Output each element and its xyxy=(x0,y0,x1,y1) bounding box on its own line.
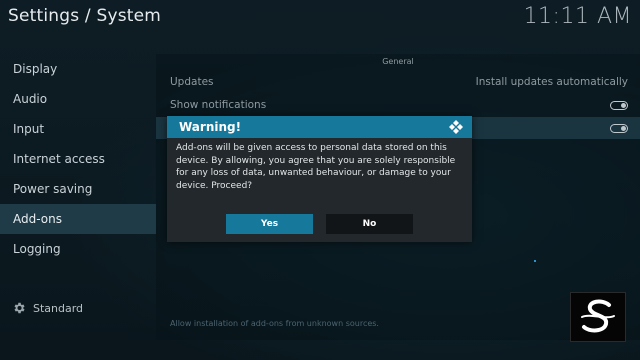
sidebar-item-label: Display xyxy=(13,62,58,76)
gear-icon xyxy=(14,302,25,314)
setting-updates[interactable]: Updates Install updates automatically xyxy=(170,71,628,93)
no-button[interactable]: No xyxy=(326,214,413,234)
section-heading: General xyxy=(382,57,414,66)
kodi-icon xyxy=(449,120,463,134)
sidebar-item-label: Logging xyxy=(13,242,61,256)
sidebar-item-audio[interactable]: Audio xyxy=(0,84,156,114)
setting-description: Allow installation of add-ons from unkno… xyxy=(170,319,379,328)
setting-label: Updates xyxy=(170,76,214,88)
clock: 11:11 AM xyxy=(523,4,632,29)
sidebar-item-display[interactable]: Display xyxy=(0,54,156,84)
s-logo-glyph xyxy=(581,299,615,333)
dialog-header: Warning! xyxy=(167,116,472,138)
toggle-switch[interactable] xyxy=(610,123,628,133)
warning-dialog: Warning! Add-ons will be given access to… xyxy=(167,116,472,242)
sidebar-item-logging[interactable]: Logging xyxy=(0,234,156,264)
sidebar-item-input[interactable]: Input xyxy=(0,114,156,144)
toggle-switch[interactable] xyxy=(610,100,628,110)
setting-value: Install updates automatically xyxy=(475,76,628,88)
setting-show-notifications[interactable]: Show notifications xyxy=(170,94,628,116)
s-logo-icon xyxy=(570,292,626,342)
sidebar-item-add-ons[interactable]: Add-ons xyxy=(0,204,156,234)
sidebar-item-label: Internet access xyxy=(13,152,105,166)
sidebar-item-label: Input xyxy=(13,122,45,136)
sidebar-item-label: Power saving xyxy=(13,182,93,196)
sidebar-item-label: Add-ons xyxy=(13,212,62,226)
setting-label: Show notifications xyxy=(170,99,267,111)
focus-dot xyxy=(534,260,536,262)
settings-level-label: Standard xyxy=(33,301,84,315)
settings-level-button[interactable]: Standard xyxy=(12,300,83,316)
sidebar-item-label: Audio xyxy=(13,92,48,106)
dialog-title: Warning! xyxy=(179,120,242,134)
page-title: Settings / System xyxy=(8,6,162,26)
yes-button[interactable]: Yes xyxy=(226,214,313,234)
dialog-message: Add-ons will be given access to personal… xyxy=(176,143,456,191)
sidebar-item-internet-access[interactable]: Internet access xyxy=(0,144,156,174)
sidebar-item-power-saving[interactable]: Power saving xyxy=(0,174,156,204)
sidebar: Display Audio Input Internet access Powe… xyxy=(0,54,156,280)
